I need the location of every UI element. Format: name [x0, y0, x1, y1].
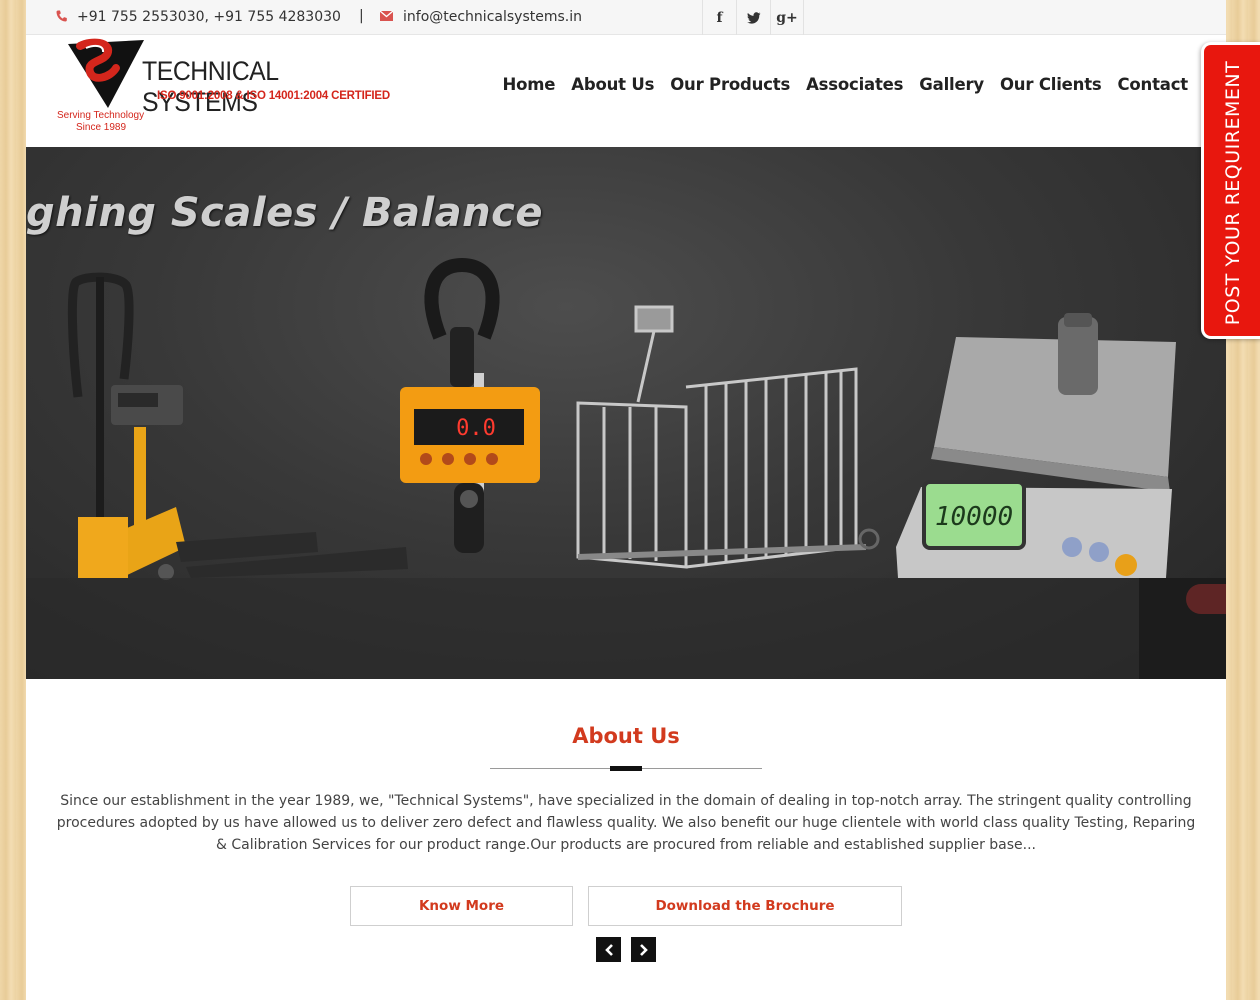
separator: | — [359, 8, 364, 24]
envelope-icon — [379, 10, 394, 24]
about-text: Since our establishment in the year 1989… — [56, 793, 1196, 853]
scale-display: 10000 — [935, 502, 1013, 532]
main-nav: Home About Us Our Products Associates Ga… — [503, 75, 1189, 94]
google-plus-icon[interactable]: g+ — [770, 0, 804, 35]
post-requirement-tab[interactable]: POST YOUR REQUIREMENT — [1201, 42, 1260, 339]
facebook-icon[interactable]: f — [702, 0, 736, 35]
chevron-left-icon[interactable] — [596, 937, 621, 962]
about-divider-mark — [610, 766, 642, 771]
email-address: info@technicalsystems.in — [403, 9, 582, 25]
social-links: f g+ — [702, 0, 804, 35]
hero-products-image: 0.0 10000 — [26, 257, 1226, 679]
twitter-icon[interactable] — [736, 0, 770, 35]
nav-gallery[interactable]: Gallery — [919, 75, 984, 94]
cage-scale-image — [576, 305, 880, 569]
chevron-right-icon[interactable] — [631, 937, 656, 962]
top-bar: +91 755 2553030, +91 755 4283030 | info@… — [26, 0, 1226, 35]
pallet-scale-image — [67, 272, 408, 580]
site-logo[interactable]: TECHNICAL SYSTEMS ISO 9001:2008 & ISO 14… — [56, 38, 406, 134]
table-scale-image: 10000 — [896, 313, 1176, 578]
logo-brand: TECHNICAL SYSTEMS — [142, 56, 278, 117]
know-more-button[interactable]: Know More — [350, 886, 573, 926]
logo-since: Since 1989 — [76, 122, 127, 133]
nav-home[interactable]: Home — [503, 75, 556, 94]
contact-phone: +91 755 2553030, +91 755 4283030 — [56, 9, 341, 25]
hero-slider: ghing Scales / Balance 0.0 10000 — [26, 147, 1226, 679]
crane-display: 0.0 — [456, 416, 496, 441]
crane-scale-image: 0.0 — [400, 257, 540, 553]
phone-icon — [56, 10, 67, 25]
about-title: About Us — [572, 724, 680, 748]
logo-certification: ISO 9001:2008 & ISO 14001:2004 CERTIFIED — [157, 90, 390, 102]
post-requirement-label: POST YOUR REQUIREMENT — [1222, 60, 1244, 326]
nav-contact[interactable]: Contact — [1118, 75, 1189, 94]
page: +91 755 2553030, +91 755 4283030 | info@… — [26, 0, 1226, 1000]
hero-next-slide-peek — [1139, 578, 1226, 679]
logo-emblem-icon — [68, 38, 144, 108]
nav-about-us[interactable]: About Us — [571, 75, 654, 94]
nav-our-clients[interactable]: Our Clients — [1000, 75, 1102, 94]
nav-associates[interactable]: Associates — [806, 75, 903, 94]
logo-tagline: Serving Technology — [57, 110, 145, 121]
download-brochure-button[interactable]: Download the Brochure — [588, 886, 902, 926]
roll-image — [1186, 584, 1226, 614]
phone-numbers: +91 755 2553030, +91 755 4283030 — [77, 9, 341, 25]
nav-our-products[interactable]: Our Products — [670, 75, 790, 94]
contact-email[interactable]: info@technicalsystems.in — [379, 9, 582, 25]
